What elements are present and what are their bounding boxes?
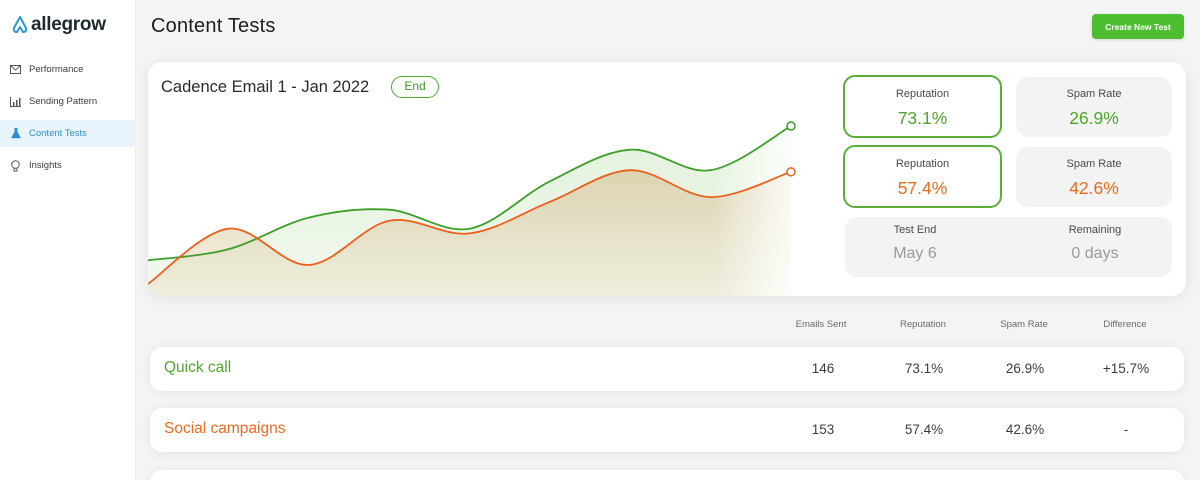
stat-label: Spam Rate [1066, 88, 1122, 100]
stat-value: 57.4% [897, 178, 948, 198]
remaining-value: 0 days [1071, 245, 1119, 262]
lightbulb-icon [10, 159, 21, 171]
test-end-label: Test End [893, 224, 937, 236]
sidebar-item-label: Sending Pattern [29, 96, 98, 107]
stat-value: 73.1% [897, 108, 948, 128]
chart-area-layer [148, 126, 791, 296]
sidebar-item-insights[interactable]: Insights [0, 152, 136, 179]
test-title: Cadence Email 1 - Jan 2022 [161, 78, 370, 96]
envelope-icon [10, 64, 21, 75]
sidebar-item-label: Performance [29, 64, 84, 75]
spam-rate-cell: 42.6% [1005, 422, 1045, 437]
difference-cell: +15.7% [1102, 361, 1150, 376]
remaining: Remaining 0 days [1025, 217, 1165, 263]
sidebar-item-performance[interactable]: Performance [0, 56, 136, 83]
variant-name: Quick call [164, 359, 232, 376]
test-end: Test End May 6 [845, 217, 985, 263]
stat-reputation-a: Reputation 73.1% [843, 75, 1002, 138]
reputation-cell: 57.4% [904, 422, 944, 437]
create-new-test-button[interactable]: Create New Test [1092, 14, 1184, 39]
table-row-partial [150, 470, 1184, 480]
stat-label: Reputation [895, 88, 950, 100]
stat-spam-rate-a: Spam Rate 26.9% [1016, 77, 1172, 137]
remaining-label: Remaining [1068, 224, 1122, 236]
reputation-cell: 73.1% [904, 361, 944, 376]
brand-name: allegrow [31, 14, 106, 35]
allegrow-logo-icon [12, 16, 28, 33]
stat-reputation-b: Reputation 57.4% [843, 145, 1002, 208]
column-header-reputation[interactable]: Reputation [878, 319, 968, 330]
stat-value: 42.6% [1069, 178, 1119, 198]
column-header-difference[interactable]: Difference [1080, 319, 1170, 330]
column-header-emails-sent[interactable]: Emails Sent [776, 319, 866, 330]
stat-value: 26.9% [1069, 108, 1119, 128]
sidebar-item-label: Content Tests [29, 128, 87, 139]
comparison-chart [148, 121, 796, 296]
sidebar-item-label: Insights [29, 160, 62, 171]
content-test-card: Cadence Email 1 - Jan 2022 End Reputatio… [148, 62, 1186, 296]
test-end-panel: Test End May 6 Remaining 0 days [845, 217, 1172, 277]
series-endpoint-quick-call[interactable] [786, 121, 796, 131]
sidebar: allegrow Performance Sending Pattern Con… [0, 0, 136, 480]
page-title: Content Tests [151, 15, 276, 37]
series-endpoint-social-campaigns[interactable] [786, 167, 796, 177]
sidebar-item-sending-pattern[interactable]: Sending Pattern [0, 88, 136, 115]
spam-rate-cell: 26.9% [1005, 361, 1045, 376]
table-row[interactable]: Social campaigns 153 57.4% 42.6% - [150, 408, 1184, 452]
stat-label: Spam Rate [1066, 158, 1122, 170]
difference-cell: - [1123, 422, 1129, 437]
variant-name: Social campaigns [164, 420, 286, 437]
emails-sent-cell: 153 [811, 422, 835, 437]
stat-spam-rate-b: Spam Rate 42.6% [1016, 147, 1172, 207]
test-end-value: May 6 [893, 245, 937, 262]
end-test-badge[interactable]: End [391, 76, 439, 98]
brand-logo[interactable]: allegrow [12, 14, 106, 36]
stat-label: Reputation [895, 158, 950, 170]
bar-chart-icon [10, 96, 21, 107]
column-header-spam-rate[interactable]: Spam Rate [979, 319, 1069, 330]
sidebar-item-content-tests[interactable]: Content Tests [0, 120, 136, 147]
table-row[interactable]: Quick call 146 73.1% 26.9% +15.7% [150, 347, 1184, 391]
emails-sent-cell: 146 [811, 361, 835, 376]
flask-icon [10, 128, 21, 139]
sidebar-nav: Performance Sending Pattern Content Test… [0, 56, 136, 184]
